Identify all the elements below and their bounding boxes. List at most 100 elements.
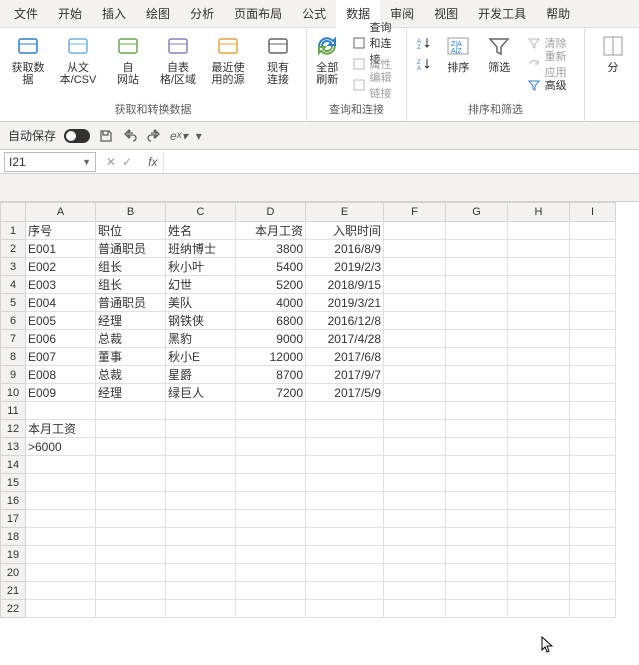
- cell[interactable]: [570, 240, 616, 258]
- cell[interactable]: [446, 492, 508, 510]
- cell[interactable]: [570, 348, 616, 366]
- cell[interactable]: [508, 294, 570, 312]
- cell[interactable]: 班纳博士: [166, 240, 236, 258]
- advanced-filter-button[interactable]: 高级: [523, 76, 578, 94]
- cell[interactable]: [446, 258, 508, 276]
- cell[interactable]: [96, 582, 166, 600]
- cell[interactable]: [570, 330, 616, 348]
- row-header[interactable]: 20: [0, 564, 26, 582]
- cell[interactable]: [96, 510, 166, 528]
- cell[interactable]: [306, 564, 384, 582]
- tab-开始[interactable]: 开始: [48, 0, 92, 28]
- row-header[interactable]: 22: [0, 600, 26, 618]
- reapply-button[interactable]: 重新应用: [523, 55, 578, 73]
- cell[interactable]: [306, 492, 384, 510]
- column-header[interactable]: B: [96, 202, 166, 222]
- cell[interactable]: [166, 528, 236, 546]
- cell[interactable]: [446, 420, 508, 438]
- cell[interactable]: [508, 456, 570, 474]
- cell[interactable]: [384, 420, 446, 438]
- row-header[interactable]: 9: [0, 366, 26, 384]
- cell[interactable]: [96, 474, 166, 492]
- tab-视图[interactable]: 视图: [424, 0, 468, 28]
- column-header[interactable]: C: [166, 202, 236, 222]
- cell[interactable]: [446, 402, 508, 420]
- accept-formula-button[interactable]: ✓: [122, 155, 132, 169]
- cell[interactable]: [384, 294, 446, 312]
- cell[interactable]: [508, 222, 570, 240]
- cell[interactable]: E009: [26, 384, 96, 402]
- row-header[interactable]: 19: [0, 546, 26, 564]
- ribbon-button[interactable]: 现有连接: [256, 32, 300, 86]
- cell[interactable]: 钢铁侠: [166, 312, 236, 330]
- cell[interactable]: [384, 348, 446, 366]
- cell[interactable]: [508, 528, 570, 546]
- cell[interactable]: 5400: [236, 258, 306, 276]
- cell[interactable]: [508, 258, 570, 276]
- cell[interactable]: [236, 438, 306, 456]
- cell[interactable]: [384, 276, 446, 294]
- cell[interactable]: [306, 582, 384, 600]
- cell[interactable]: [446, 474, 508, 492]
- tab-开发工具[interactable]: 开发工具: [468, 0, 536, 28]
- cell[interactable]: [96, 528, 166, 546]
- cell[interactable]: E004: [26, 294, 96, 312]
- cell[interactable]: [26, 546, 96, 564]
- cell[interactable]: [508, 546, 570, 564]
- cell[interactable]: [446, 384, 508, 402]
- row-header[interactable]: 15: [0, 474, 26, 492]
- cell[interactable]: [306, 528, 384, 546]
- cell[interactable]: [236, 564, 306, 582]
- row-header[interactable]: 8: [0, 348, 26, 366]
- cell[interactable]: [96, 600, 166, 618]
- cell[interactable]: [306, 474, 384, 492]
- cell[interactable]: [508, 348, 570, 366]
- column-header[interactable]: H: [508, 202, 570, 222]
- cell[interactable]: 2017/6/8: [306, 348, 384, 366]
- cell[interactable]: [446, 294, 508, 312]
- cell[interactable]: [384, 456, 446, 474]
- cell[interactable]: [166, 474, 236, 492]
- cell[interactable]: [166, 564, 236, 582]
- cell[interactable]: [384, 258, 446, 276]
- select-all-corner[interactable]: [0, 202, 26, 222]
- ribbon-button[interactable]: 最近使用的源: [206, 32, 250, 86]
- row-header[interactable]: 16: [0, 492, 26, 510]
- undo-button[interactable]: [122, 128, 138, 144]
- cell[interactable]: [570, 312, 616, 330]
- column-header[interactable]: E: [306, 202, 384, 222]
- cell[interactable]: [384, 528, 446, 546]
- cell[interactable]: [570, 546, 616, 564]
- cell[interactable]: [384, 330, 446, 348]
- cell[interactable]: [236, 582, 306, 600]
- row-header[interactable]: 3: [0, 258, 26, 276]
- cell[interactable]: >6000: [26, 438, 96, 456]
- cell[interactable]: [166, 402, 236, 420]
- cell[interactable]: 总裁: [96, 330, 166, 348]
- filter-button[interactable]: 筛选: [482, 32, 517, 74]
- cell[interactable]: 组长: [96, 258, 166, 276]
- cell[interactable]: [384, 492, 446, 510]
- cell[interactable]: 2017/9/7: [306, 366, 384, 384]
- cell[interactable]: [570, 510, 616, 528]
- cell[interactable]: [306, 546, 384, 564]
- ribbon-item[interactable]: 编辑链接: [348, 76, 400, 94]
- cell[interactable]: [384, 438, 446, 456]
- cell[interactable]: [446, 582, 508, 600]
- cell[interactable]: 2016/8/9: [306, 240, 384, 258]
- cell[interactable]: [508, 366, 570, 384]
- cell[interactable]: [96, 438, 166, 456]
- cell[interactable]: [166, 510, 236, 528]
- cell[interactable]: [570, 420, 616, 438]
- cell[interactable]: [306, 456, 384, 474]
- cell[interactable]: [26, 528, 96, 546]
- ribbon-button[interactable]: 从文本/CSV: [56, 32, 100, 86]
- cell[interactable]: [166, 546, 236, 564]
- cell[interactable]: [508, 510, 570, 528]
- column-header[interactable]: G: [446, 202, 508, 222]
- cell[interactable]: [446, 330, 508, 348]
- cell[interactable]: [446, 438, 508, 456]
- save-button[interactable]: [98, 128, 114, 144]
- cell[interactable]: [508, 438, 570, 456]
- cell[interactable]: [384, 222, 446, 240]
